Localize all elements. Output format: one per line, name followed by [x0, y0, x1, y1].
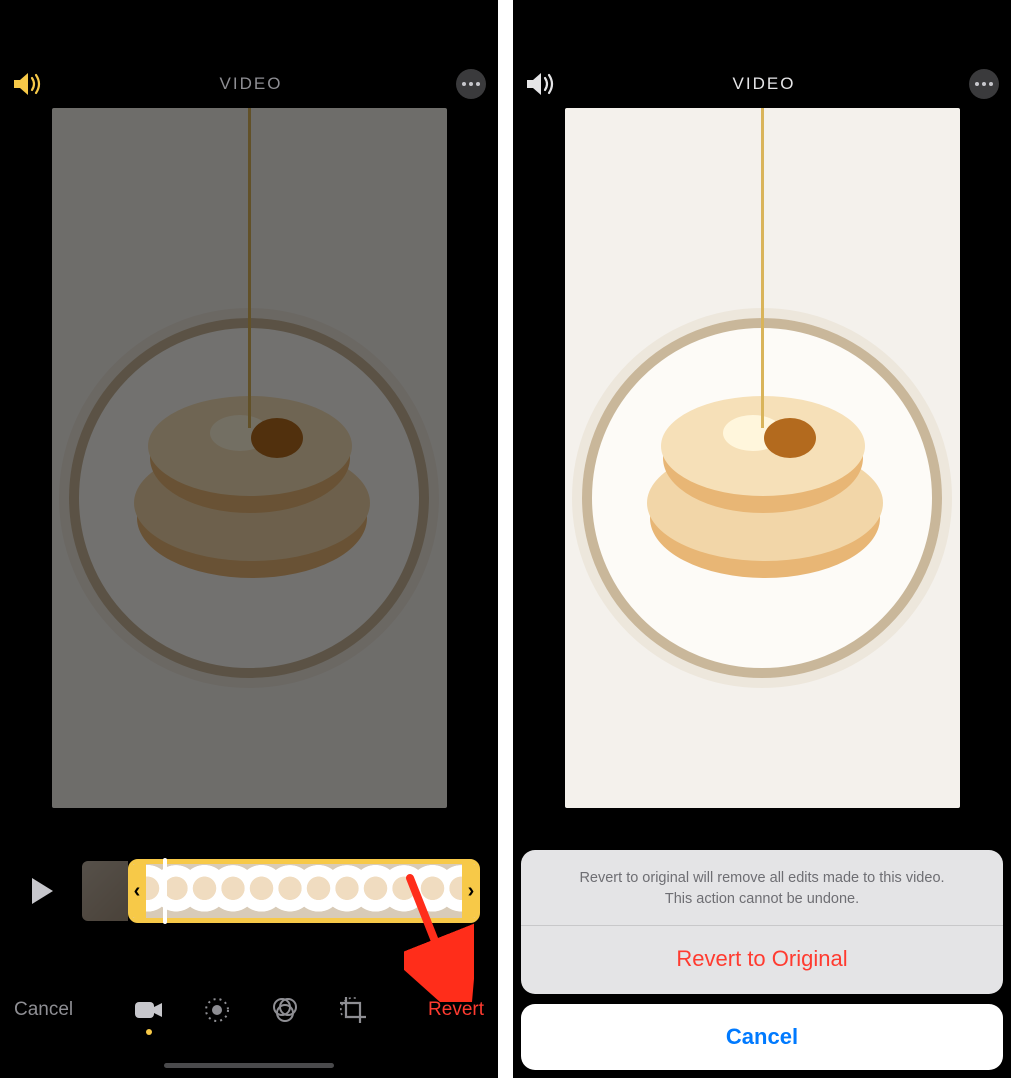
home-indicator[interactable] — [164, 1063, 334, 1068]
revert-to-original-button[interactable]: Revert to Original — [521, 926, 1003, 994]
adjust-tool-icon[interactable] — [202, 995, 232, 1025]
screen-title: VIDEO — [733, 74, 796, 94]
active-indicator-dot — [146, 1029, 152, 1035]
timeline[interactable]: ‹ › — [82, 861, 480, 921]
editor-screen-before: VIDEO — [0, 0, 498, 1078]
timeline-lead-thumb — [82, 861, 128, 921]
sound-on-icon[interactable] — [525, 70, 559, 98]
bottom-toolbar: Cancel — [0, 982, 498, 1038]
tool-icons — [134, 995, 368, 1025]
sound-on-icon[interactable] — [12, 70, 46, 98]
video-preview[interactable] — [52, 108, 447, 808]
action-sheet-message-line2: This action cannot be undone. — [665, 891, 859, 907]
video-preview-area — [0, 108, 498, 810]
home-indicator[interactable] — [677, 1063, 847, 1068]
timeline-frames — [133, 864, 475, 918]
timeline-row: ‹ › — [18, 858, 480, 924]
video-preview-area — [513, 108, 1011, 810]
video-preview[interactable] — [565, 108, 960, 808]
editor-screen-revert-sheet: VIDEO — [513, 0, 1011, 1078]
trim-handle-left[interactable]: ‹ — [128, 864, 146, 918]
trim-selection[interactable]: ‹ › — [128, 859, 480, 923]
editor-topbar: VIDEO — [0, 60, 498, 108]
screen-title: VIDEO — [220, 74, 283, 94]
editor-topbar: VIDEO — [513, 60, 1011, 108]
trim-handle-right[interactable]: › — [462, 864, 480, 918]
action-sheet-group: Revert to original will remove all edits… — [521, 850, 1003, 994]
filters-tool-icon[interactable] — [270, 995, 300, 1025]
video-tool-icon[interactable] — [134, 995, 164, 1025]
cancel-button[interactable]: Cancel — [14, 999, 73, 1021]
action-sheet: Revert to original will remove all edits… — [513, 850, 1011, 1078]
play-button[interactable] — [18, 863, 66, 919]
revert-button[interactable]: Revert — [428, 999, 484, 1021]
action-sheet-cancel-button[interactable]: Cancel — [521, 1004, 1003, 1070]
action-sheet-message: Revert to original will remove all edits… — [521, 850, 1003, 926]
more-icon[interactable] — [969, 69, 999, 99]
more-icon[interactable] — [456, 69, 486, 99]
action-sheet-message-line1: Revert to original will remove all edits… — [579, 870, 944, 886]
crop-tool-icon[interactable] — [338, 995, 368, 1025]
playhead[interactable] — [163, 858, 167, 924]
